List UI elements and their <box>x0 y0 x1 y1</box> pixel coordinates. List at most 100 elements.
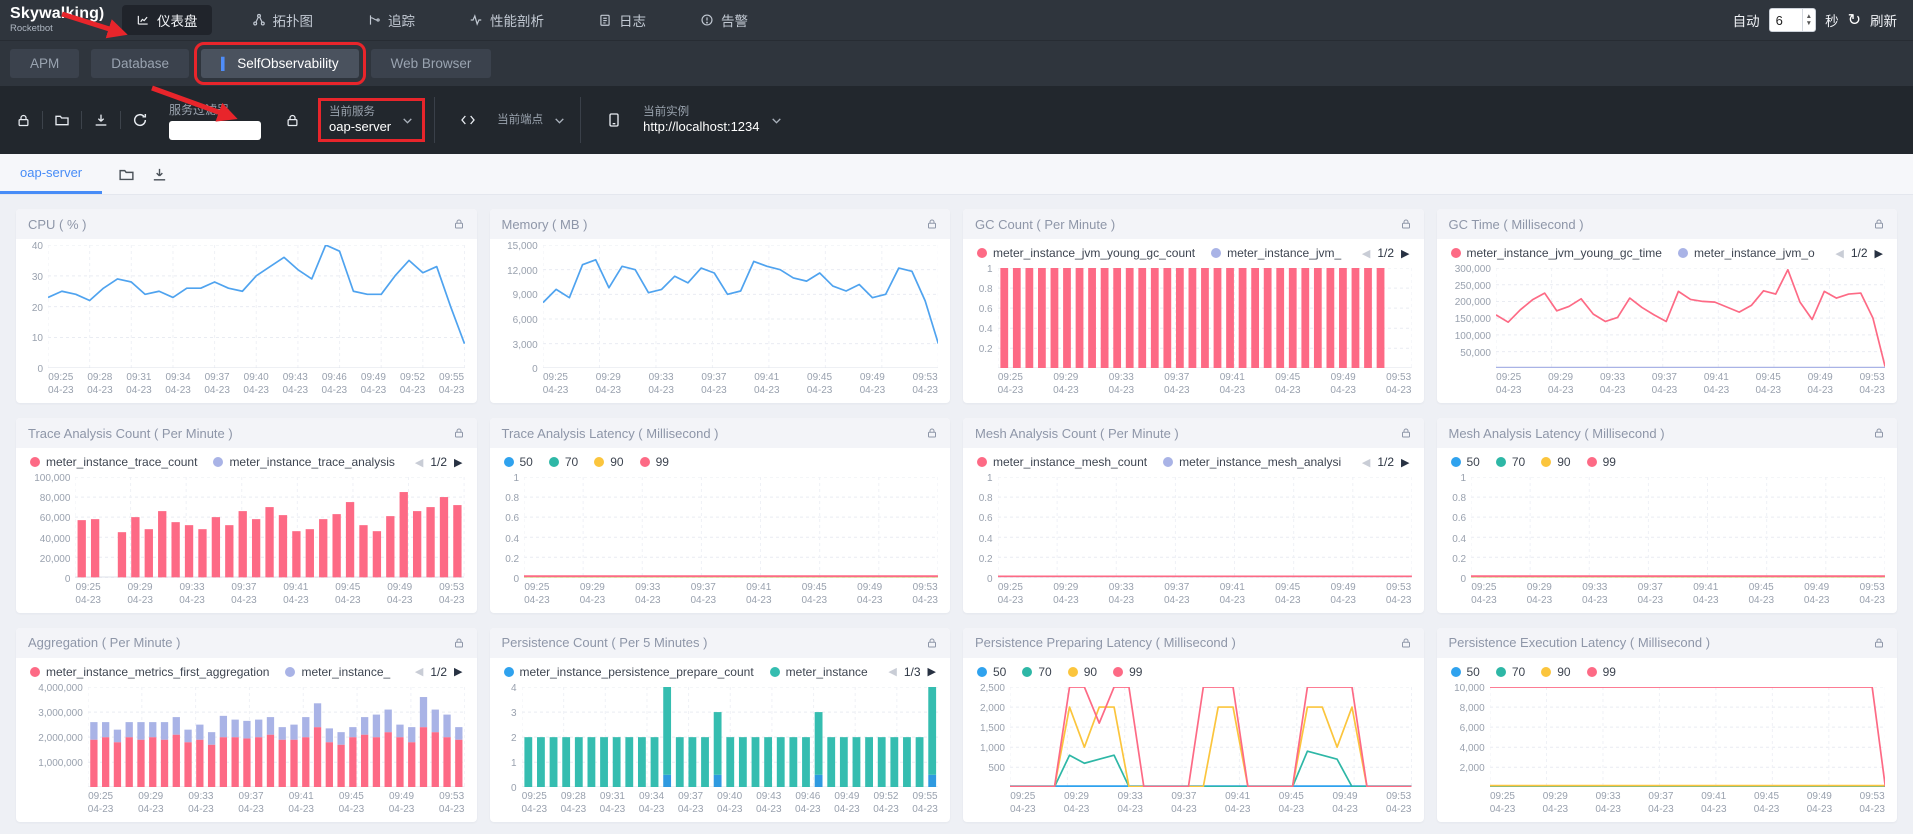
legend-item[interactable]: 50 <box>1451 455 1480 469</box>
chevron-down-icon[interactable] <box>401 114 414 127</box>
plot[interactable] <box>75 477 464 577</box>
refresh-button[interactable]: 刷新 <box>1870 10 1897 30</box>
stepper-down-icon[interactable]: ▼ <box>1806 20 1812 27</box>
plot[interactable] <box>543 245 938 368</box>
reload-icon[interactable] <box>121 112 159 128</box>
lock-icon[interactable] <box>1873 427 1885 439</box>
plot[interactable] <box>88 687 465 787</box>
lock-icon[interactable] <box>453 427 465 439</box>
legend-item[interactable]: meter_instance_ <box>285 665 390 679</box>
export-icon[interactable] <box>82 112 120 128</box>
page-next-icon[interactable]: ▶ <box>454 456 462 469</box>
legend-item[interactable]: 70 <box>1496 665 1525 679</box>
legend-item[interactable]: meter_instance <box>770 665 868 679</box>
page-next-icon[interactable]: ▶ <box>1401 456 1409 469</box>
legend-item[interactable]: meter_instance_trace_analysis <box>213 455 394 469</box>
lock-icon[interactable] <box>1400 427 1412 439</box>
legend-item[interactable]: 99 <box>1113 665 1142 679</box>
plot[interactable] <box>524 477 938 577</box>
page-prev-icon[interactable]: ◀ <box>888 665 896 678</box>
legend-item[interactable]: meter_instance_persistence_prepare_count <box>504 665 754 679</box>
page-next-icon[interactable]: ▶ <box>1401 247 1409 260</box>
nav-item-追踪[interactable]: 追踪 <box>353 5 429 35</box>
plot[interactable] <box>522 687 939 787</box>
lock-icon[interactable] <box>1400 218 1412 230</box>
stepper-arrows[interactable]: ▲▼ <box>1802 9 1815 31</box>
lock-icon[interactable] <box>926 637 938 649</box>
legend-item[interactable]: 90 <box>1068 665 1097 679</box>
import-icon[interactable] <box>151 166 168 183</box>
tab-web-browser[interactable]: Web Browser <box>371 49 492 78</box>
page-prev-icon[interactable]: ◀ <box>1835 247 1843 260</box>
chevron-down-icon[interactable] <box>770 114 783 127</box>
y-tick: 10,000 <box>1454 683 1485 694</box>
lock-icon[interactable] <box>1400 637 1412 649</box>
service-filter-input[interactable] <box>169 121 261 140</box>
legend-item[interactable]: meter_instance_jvm_ <box>1211 246 1341 260</box>
legend-item[interactable]: meter_instance_jvm_young_gc_time <box>1451 246 1662 260</box>
lock-icon[interactable] <box>1873 218 1885 230</box>
legend-item[interactable]: 99 <box>640 455 669 469</box>
tab-apm[interactable]: APM <box>10 49 79 78</box>
current-service-select[interactable]: 当前服务 oap-server <box>311 103 432 138</box>
legend-item[interactable]: meter_instance_jvm_o <box>1678 246 1815 260</box>
page-prev-icon[interactable]: ◀ <box>1362 247 1370 260</box>
refresh-interval-stepper[interactable]: ▲▼ <box>1769 8 1816 32</box>
lock-icon[interactable] <box>926 218 938 230</box>
legend-item[interactable]: meter_instance_metrics_first_aggregation <box>30 665 269 679</box>
current-endpoint-select[interactable]: 当前端点 <box>437 112 578 128</box>
legend-item[interactable]: 90 <box>594 455 623 469</box>
page-prev-icon[interactable]: ◀ <box>415 456 423 469</box>
x-tick: 09:5304-23 <box>1386 581 1412 607</box>
legend-item[interactable]: 50 <box>977 665 1006 679</box>
lock-service-icon[interactable] <box>273 113 311 128</box>
chevron-down-icon[interactable] <box>553 114 566 127</box>
page-next-icon[interactable]: ▶ <box>1875 247 1883 260</box>
legend-item[interactable]: 70 <box>1496 455 1525 469</box>
page-next-icon[interactable]: ▶ <box>454 665 462 678</box>
y-tick: 1,500 <box>980 723 1005 734</box>
nav-item-告警[interactable]: 告警 <box>686 5 762 35</box>
lock-icon[interactable] <box>453 637 465 649</box>
legend-item[interactable]: 99 <box>1587 455 1616 469</box>
plot[interactable] <box>998 268 1412 368</box>
lock-icon[interactable] <box>1873 637 1885 649</box>
tab-oap-server[interactable]: oap-server <box>0 154 102 194</box>
legend-item[interactable]: meter_instance_jvm_young_gc_count <box>977 246 1195 260</box>
folder-icon[interactable] <box>118 166 135 183</box>
legend-item[interactable]: 50 <box>1451 665 1480 679</box>
legend-item[interactable]: meter_instance_mesh_analysi <box>1163 455 1341 469</box>
plot[interactable] <box>1010 687 1412 787</box>
plot[interactable] <box>998 477 1412 577</box>
lock-dashboard-icon[interactable] <box>4 113 42 128</box>
legend-item[interactable]: meter_instance_mesh_count <box>977 455 1147 469</box>
current-instance-select[interactable]: 当前实例 http://localhost:1234 <box>583 105 794 136</box>
page-prev-icon[interactable]: ◀ <box>415 665 423 678</box>
plot[interactable] <box>48 245 465 368</box>
page-prev-icon[interactable]: ◀ <box>1362 456 1370 469</box>
page-next-icon[interactable]: ▶ <box>928 665 936 678</box>
tab-database[interactable]: Database <box>91 49 189 78</box>
legend-item[interactable]: 70 <box>1022 665 1051 679</box>
refresh-icon[interactable]: ↻ <box>1848 10 1861 30</box>
nav-item-性能剖析[interactable]: 性能剖析 <box>455 5 558 35</box>
plot[interactable] <box>1471 477 1885 577</box>
plot[interactable] <box>1490 687 1885 787</box>
nav-item-仪表盘[interactable]: 仪表盘 <box>122 5 212 35</box>
app-logo[interactable]: Skywalking) Rocketbot <box>0 6 122 34</box>
lock-icon[interactable] <box>453 218 465 230</box>
legend-item[interactable]: meter_instance_trace_count <box>30 455 197 469</box>
legend-item[interactable]: 50 <box>504 455 533 469</box>
folder-icon[interactable] <box>43 112 81 128</box>
tab-selfobservability[interactable]: ▍SelfObservability <box>201 49 359 78</box>
nav-item-拓扑图[interactable]: 拓扑图 <box>238 5 328 35</box>
legend-item[interactable]: 90 <box>1541 665 1570 679</box>
refresh-interval-input[interactable] <box>1770 9 1802 31</box>
lock-icon[interactable] <box>926 427 938 439</box>
plot[interactable] <box>1496 268 1885 368</box>
legend-item[interactable]: 70 <box>549 455 578 469</box>
legend-item[interactable]: 90 <box>1541 455 1570 469</box>
stepper-up-icon[interactable]: ▲ <box>1806 13 1812 20</box>
nav-item-日志[interactable]: 日志 <box>584 5 660 35</box>
legend-item[interactable]: 99 <box>1587 665 1616 679</box>
